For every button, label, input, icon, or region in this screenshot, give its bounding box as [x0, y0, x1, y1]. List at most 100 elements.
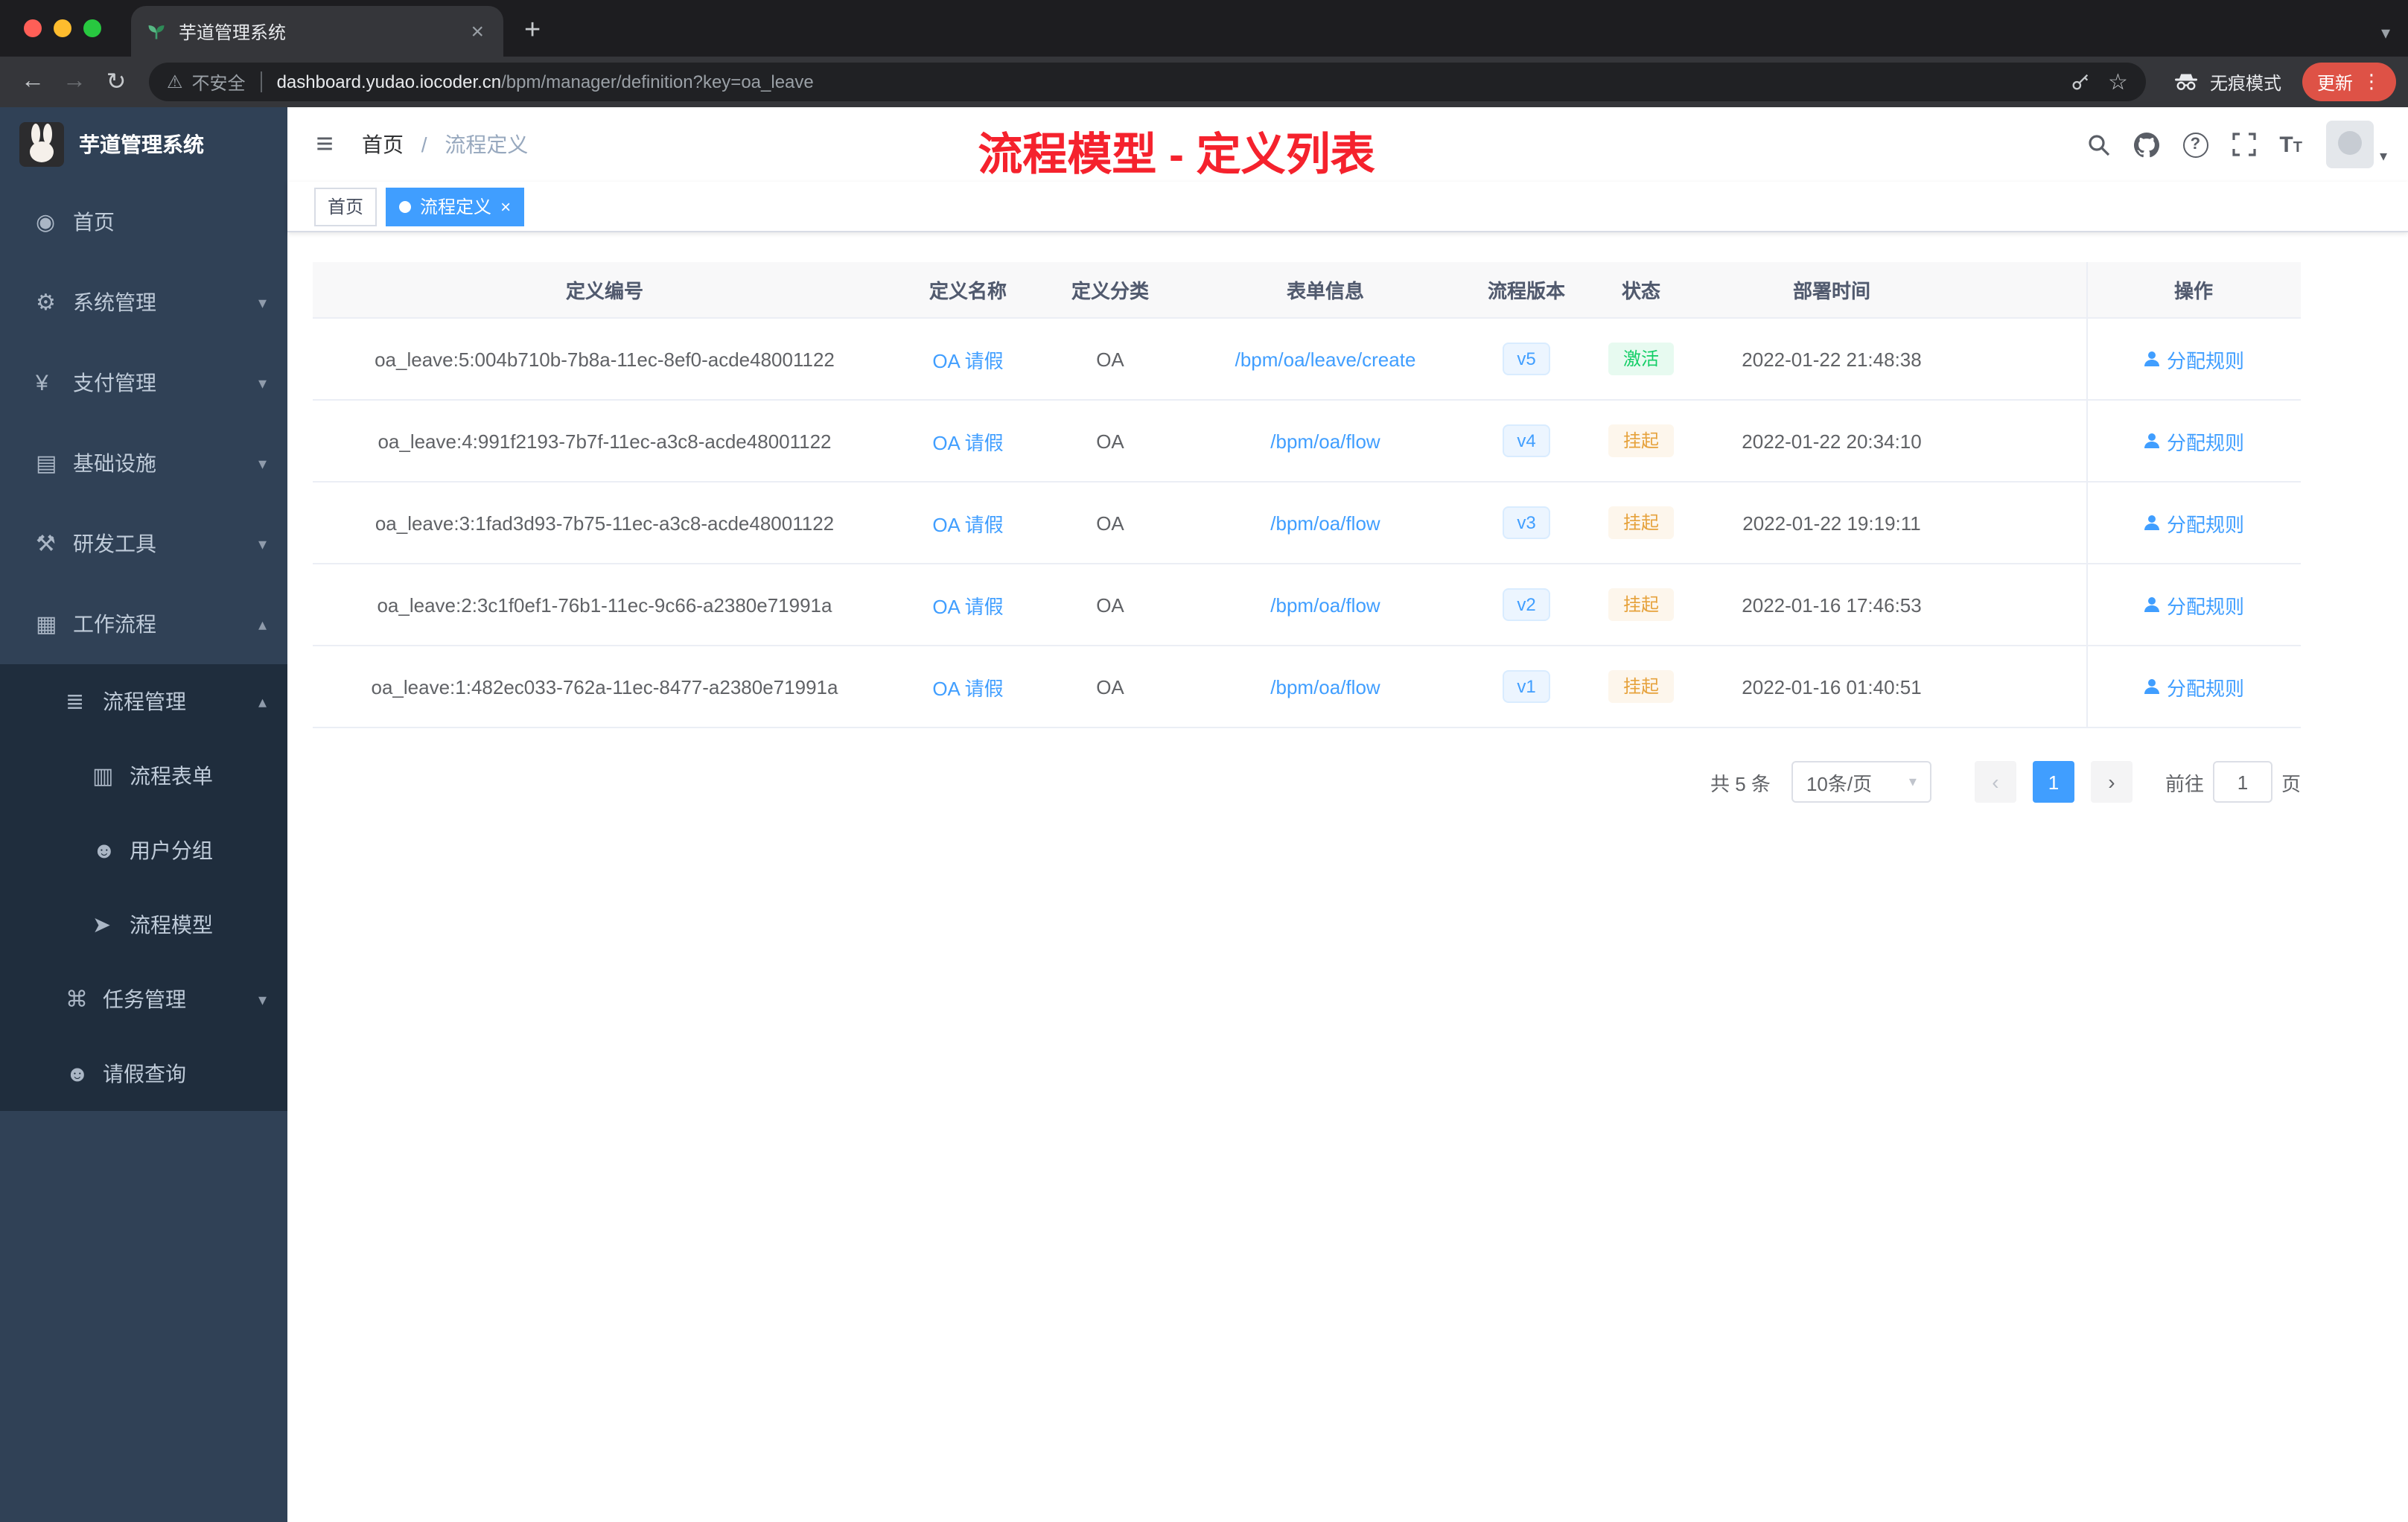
yen-icon: ¥ [36, 370, 48, 395]
prev-page-button[interactable]: ‹ [1974, 761, 2016, 803]
infrastructure-icon: ▤ [36, 451, 57, 477]
address-bar[interactable]: ⚠ 不安全 dashboard.yudao.iocoder.cn/bpm/man… [149, 63, 2146, 101]
definition-name-link[interactable]: OA 请假 [932, 672, 1003, 701]
sidebar-item-user-group[interactable]: ☻ 用户分组 [0, 813, 287, 888]
form-info-link[interactable]: /bpm/oa/flow [1270, 593, 1380, 616]
breadcrumb: 首页 / 流程定义 [362, 130, 528, 159]
version-badge: v1 [1502, 670, 1551, 703]
col-deploy-time: 部署时间 [1792, 280, 1870, 302]
chevron-up-icon: ▴ [258, 693, 267, 711]
reload-button[interactable]: ↻ [95, 67, 137, 97]
chevron-down-icon: ▾ [258, 455, 267, 473]
tab-close-icon[interactable]: × [466, 19, 488, 44]
person-icon [2144, 679, 2159, 694]
sidebar-item-workflow[interactable]: ▦ 工作流程 ▴ [0, 584, 287, 664]
col-definition-id: 定义编号 [565, 280, 643, 302]
assign-rule-link[interactable]: 分配规则 [2143, 509, 2244, 537]
definition-category: OA [1096, 675, 1124, 698]
logo-title: 芋道管理系统 [79, 133, 204, 156]
menu-kebab-icon[interactable]: ⋮ [2362, 70, 2381, 94]
tab-title: 芋道管理系统 [179, 22, 287, 42]
sidebar-toggle-icon[interactable]: ≡ [287, 127, 362, 162]
sidebar-logo[interactable]: 芋道管理系统 [0, 107, 287, 182]
process-list-icon: ≣ [66, 690, 85, 715]
sidebar-item-dev-tools[interactable]: ⚒ 研发工具 ▾ [0, 503, 287, 584]
chevron-down-icon: ▾ [2379, 149, 2387, 165]
search-icon[interactable] [2086, 133, 2109, 156]
window-zoom-button[interactable] [83, 19, 101, 37]
definition-id: oa_leave:5:004b710b-7b8a-11ec-8ef0-acde4… [375, 348, 835, 370]
definition-name-link[interactable]: OA 请假 [932, 427, 1003, 455]
sidebar-item-process-form[interactable]: ▥ 流程表单 [0, 739, 287, 813]
window-controls [0, 0, 125, 57]
page-1-button[interactable]: 1 [2032, 761, 2074, 803]
incognito-label: 无痕模式 [2209, 72, 2281, 93]
task-icon: ⌘ [66, 987, 88, 1013]
definition-name-link[interactable]: OA 请假 [932, 590, 1003, 619]
page-annotation: 流程模型 - 定义列表 [978, 131, 1375, 180]
next-page-button[interactable]: › [2090, 761, 2133, 803]
deploy-time: 2022-01-16 17:46:53 [1742, 593, 1922, 616]
page-size-select[interactable]: 10条/页 ▾ [1791, 761, 1931, 803]
spacer-cell [1964, 483, 2086, 563]
send-icon: ➤ [92, 913, 112, 938]
definition-name-link[interactable]: OA 请假 [932, 509, 1003, 537]
new-tab-button[interactable]: + [503, 6, 561, 57]
breadcrumb-home[interactable]: 首页 [362, 133, 404, 156]
table-row: oa_leave:5:004b710b-7b8a-11ec-8ef0-acde4… [313, 319, 2301, 401]
person-icon [2144, 433, 2159, 448]
chrome-update-button[interactable]: 更新 ⋮ [2302, 63, 2396, 101]
sidebar-item-payment[interactable]: ¥ 支付管理 ▾ [0, 343, 287, 423]
definition-name-link[interactable]: OA 请假 [932, 345, 1003, 373]
goto-page-input[interactable] [2212, 761, 2272, 803]
browser-tab[interactable]: 芋道管理系统 × [131, 6, 503, 57]
fullscreen-icon[interactable] [2232, 133, 2255, 156]
person-icon [2144, 351, 2159, 366]
font-size-icon[interactable]: TT [2279, 133, 2302, 156]
tag-process-definition[interactable]: 流程定义 × [386, 187, 525, 226]
definition-id: oa_leave:3:1fad3d93-7b75-11ec-a3c8-acde4… [375, 512, 835, 534]
window-close-button[interactable] [24, 19, 42, 37]
form-info-link[interactable]: /bpm/oa/flow [1270, 675, 1380, 698]
form-info-link[interactable]: /bpm/oa/flow [1270, 512, 1380, 534]
active-dot [399, 200, 412, 212]
assign-rule-link[interactable]: 分配规则 [2143, 590, 2244, 619]
assign-rule-link[interactable]: 分配规则 [2143, 345, 2244, 373]
sidebar-item-task-management[interactable]: ⌘ 任务管理 ▾ [0, 962, 287, 1037]
col-definition-name: 定义名称 [929, 280, 1007, 302]
definition-category: OA [1096, 430, 1124, 452]
tab-search-chevron-icon[interactable]: ▾ [2381, 22, 2390, 43]
version-badge: v4 [1502, 424, 1551, 457]
tag-home[interactable]: 首页 [314, 187, 378, 226]
col-process-version: 流程版本 [1487, 280, 1565, 302]
back-button[interactable]: ← [12, 69, 54, 95]
tag-close-icon[interactable]: × [500, 196, 511, 217]
window-minimize-button[interactable] [54, 19, 71, 37]
definition-category: OA [1096, 512, 1124, 534]
sidebar-item-process-management[interactable]: ≣ 流程管理 ▴ [0, 664, 287, 739]
update-label: 更新 [2316, 72, 2353, 93]
form-info-link[interactable]: /bpm/oa/flow [1270, 430, 1380, 452]
url-path: /bpm/manager/definition?key=oa_leave [501, 71, 814, 92]
security-indicator[interactable]: ⚠ 不安全 [167, 69, 246, 95]
help-icon[interactable]: ? [2182, 132, 2208, 157]
user-menu[interactable]: ▾ [2325, 121, 2387, 168]
sidebar-item-system[interactable]: ⚙ 系统管理 ▾ [0, 262, 287, 343]
table-row: oa_leave:4:991f2193-7b7f-11ec-a3c8-acde4… [313, 401, 2301, 483]
github-icon[interactable] [2133, 132, 2159, 157]
forward-button[interactable]: → [54, 69, 95, 95]
sidebar-item-process-model[interactable]: ➤ 流程模型 [0, 888, 287, 962]
chevron-down-icon: ▾ [258, 991, 267, 1009]
deploy-time: 2022-01-22 20:34:10 [1742, 430, 1922, 452]
sidebar-item-home[interactable]: ◉ 首页 [0, 182, 287, 262]
spacer-cell [1964, 401, 2086, 481]
password-key-icon[interactable] [2069, 71, 2090, 92]
bookmark-star-icon[interactable]: ☆ [2108, 69, 2128, 95]
form-info-link[interactable]: /bpm/oa/leave/create [1235, 348, 1416, 370]
assign-rule-link[interactable]: 分配规则 [2143, 672, 2244, 701]
sidebar-item-infrastructure[interactable]: ▤ 基础设施 ▾ [0, 423, 287, 503]
assign-rule-link[interactable]: 分配规则 [2143, 427, 2244, 455]
sidebar-item-leave-query[interactable]: ☻ 请假查询 [0, 1037, 287, 1111]
col-spacer [1964, 262, 2086, 317]
table-row: oa_leave:3:1fad3d93-7b75-11ec-a3c8-acde4… [313, 483, 2301, 564]
